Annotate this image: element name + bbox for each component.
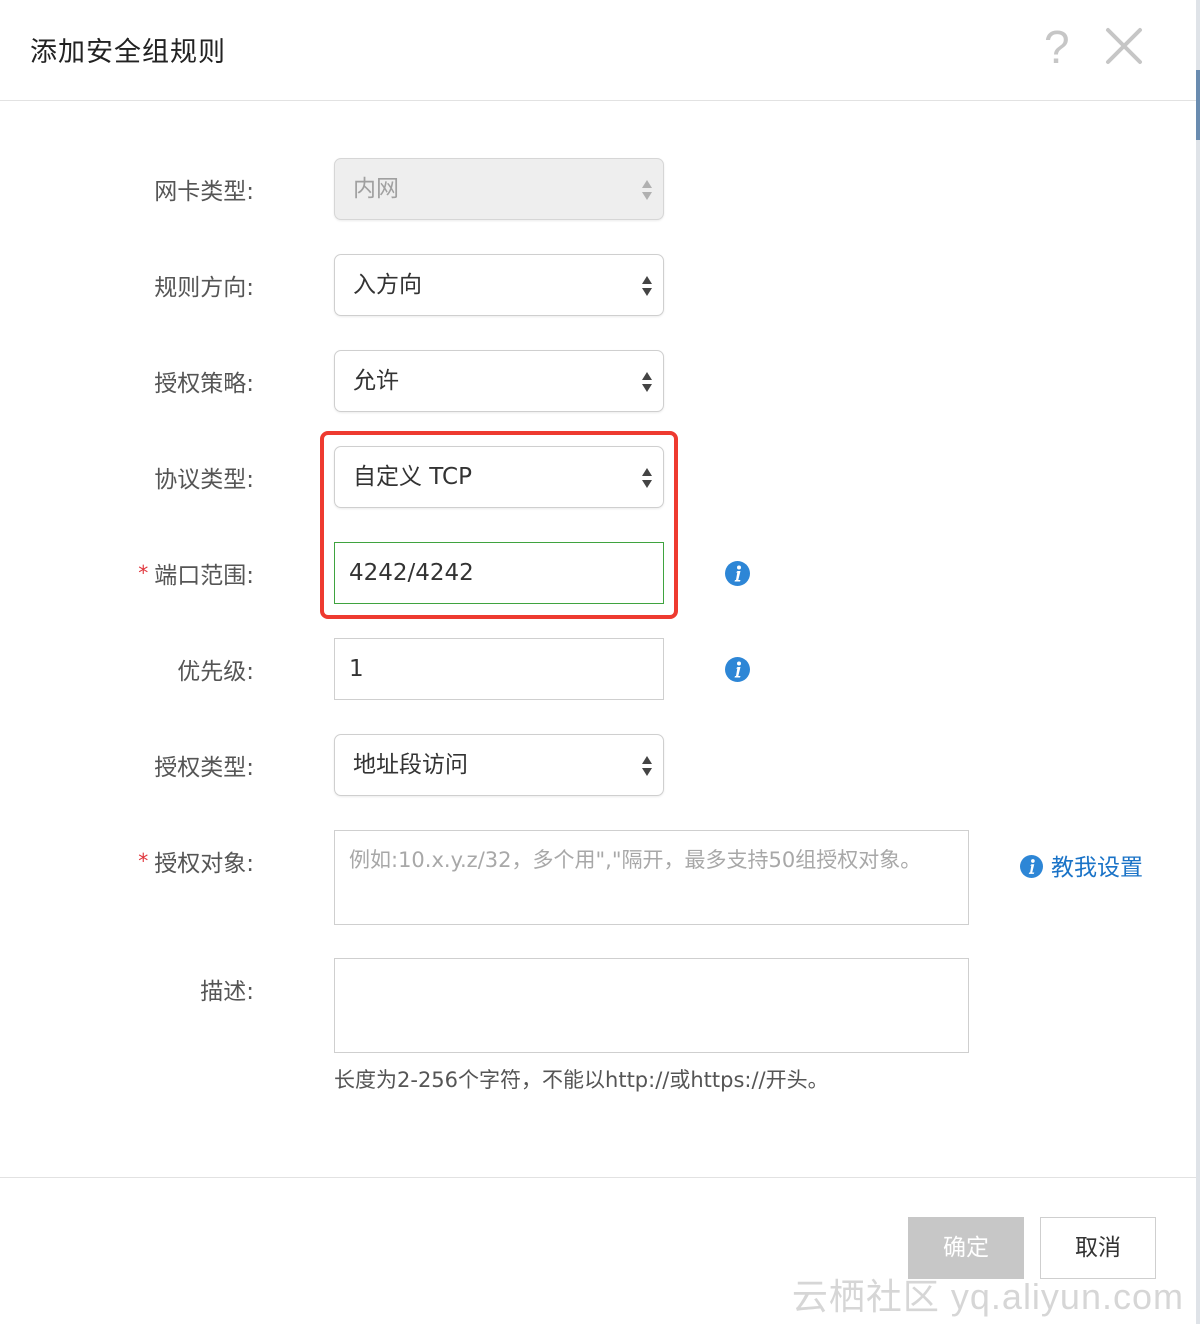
info-icon[interactable]: [725, 657, 750, 682]
info-icon[interactable]: [725, 561, 750, 586]
required-marker: *: [138, 561, 149, 585]
select-arrows-icon: [642, 372, 652, 392]
watermark: 云栖社区 yq.aliyun.com: [791, 1276, 1184, 1317]
policy-label: 授权策略:: [154, 371, 254, 397]
nic-type-label: 网卡类型:: [154, 179, 254, 205]
priority-input[interactable]: 1: [334, 638, 664, 700]
policy-value: 允许: [353, 368, 399, 394]
dialog-header: 添加安全组规则 ?: [0, 0, 1196, 101]
auth-object-label: * 授权对象:: [138, 844, 254, 878]
auth-object-placeholder: 例如:10.x.y.z/32，多个用","隔开，最多支持50组授权对象。: [349, 848, 922, 872]
nic-type-select: 内网: [334, 158, 664, 220]
dialog-title: 添加安全组规则: [30, 37, 226, 68]
select-arrows-icon: [642, 276, 652, 296]
add-security-group-rule-dialog: 添加安全组规则 ? 网卡类型: 内网 规则方向: 入方向 授权策略: 允许 协议…: [0, 0, 1196, 1324]
select-arrows-icon: [642, 756, 652, 776]
select-arrows-icon: [642, 180, 652, 200]
help-icon[interactable]: ?: [1044, 24, 1070, 70]
auth-type-select[interactable]: 地址段访问: [334, 734, 664, 796]
highlight-annotation: [320, 431, 678, 619]
description-hint: 长度为2-256个字符，不能以http://或https://开头。: [334, 1068, 829, 1092]
auth-object-label-text: 授权对象:: [154, 851, 254, 877]
policy-select[interactable]: 允许: [334, 350, 664, 412]
teach-me-link[interactable]: 教我设置: [1020, 848, 1143, 882]
info-icon: [1020, 855, 1043, 878]
page-scroll-edge: [1196, 0, 1200, 1324]
description-label: 描述:: [200, 979, 254, 1005]
auth-type-value: 地址段访问: [353, 752, 468, 778]
direction-value: 入方向: [353, 272, 422, 298]
port-range-label-text: 端口范围:: [154, 563, 254, 589]
auth-object-textarea[interactable]: 例如:10.x.y.z/32，多个用","隔开，最多支持50组授权对象。: [334, 830, 969, 925]
teach-me-link-label: 教我设置: [1051, 855, 1143, 881]
port-range-label: * 端口范围:: [138, 556, 254, 590]
priority-value: 1: [349, 656, 364, 682]
priority-label: 优先级:: [177, 659, 254, 685]
direction-select[interactable]: 入方向: [334, 254, 664, 316]
protocol-label: 协议类型:: [154, 467, 254, 493]
auth-type-label: 授权类型:: [154, 755, 254, 781]
description-textarea[interactable]: [334, 958, 969, 1053]
required-marker: *: [138, 849, 149, 873]
nic-type-value: 内网: [353, 176, 399, 202]
direction-label: 规则方向:: [154, 275, 254, 301]
close-icon[interactable]: [1104, 26, 1144, 66]
